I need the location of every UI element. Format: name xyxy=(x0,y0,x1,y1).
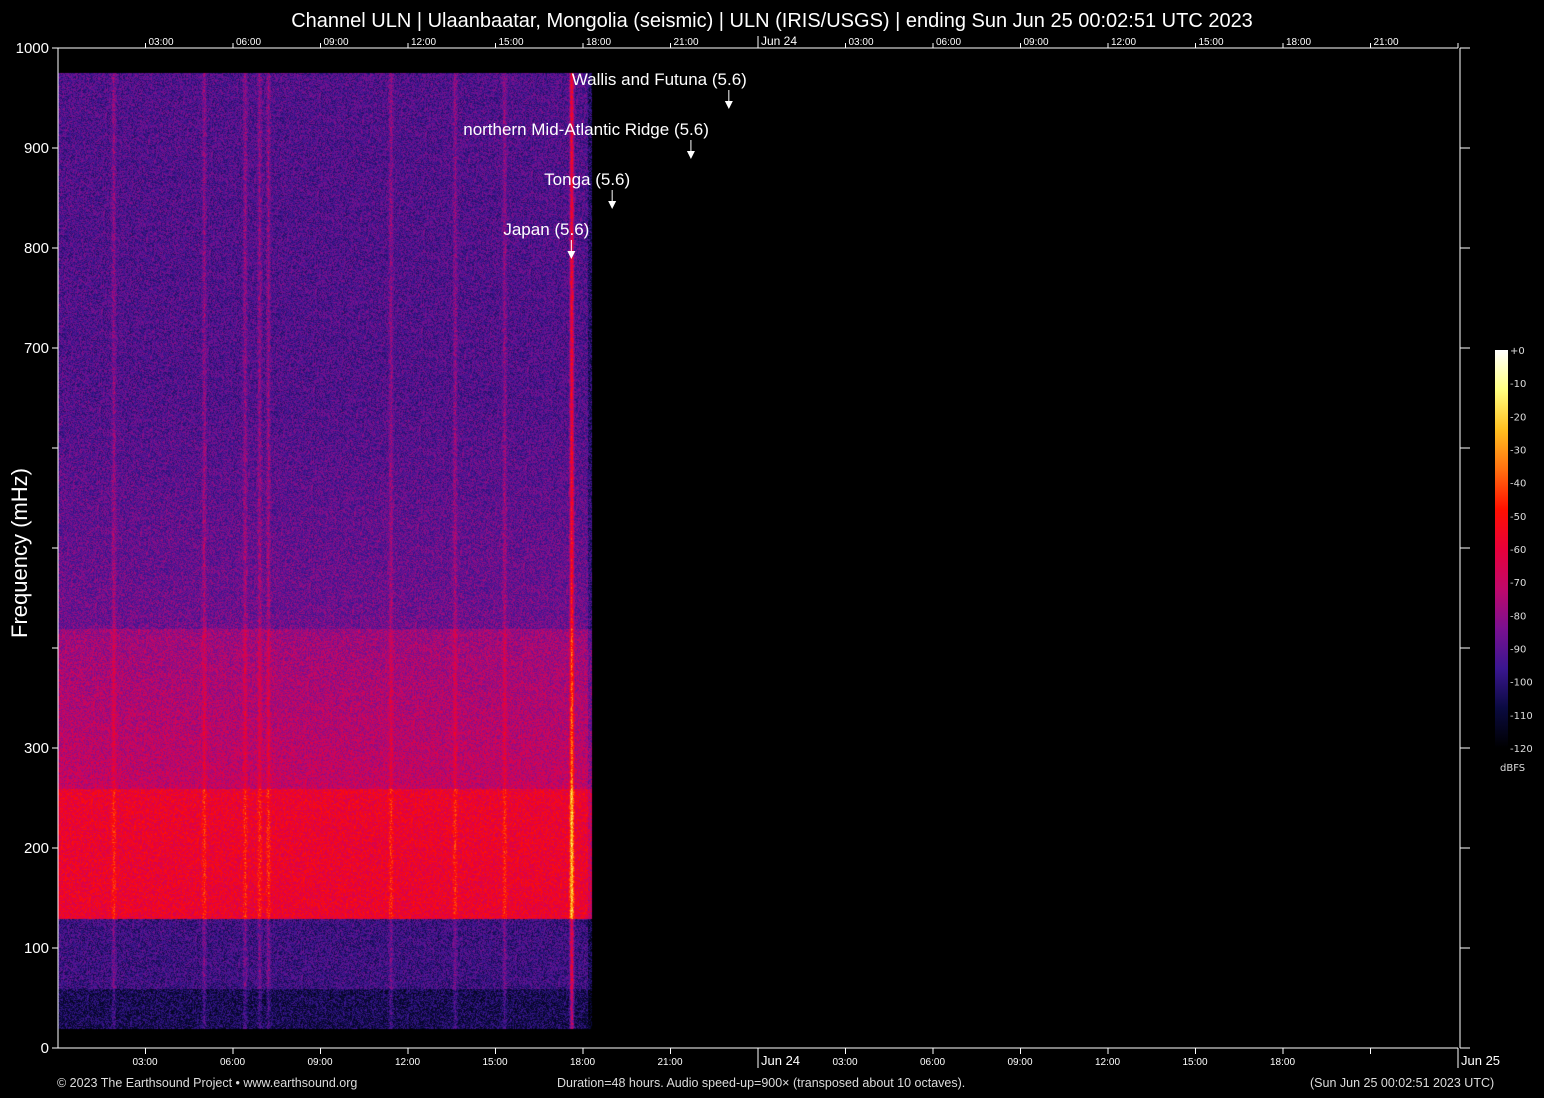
colorbar-tick-label: -100 xyxy=(1510,678,1533,689)
x-tick-label-top: 06:00 xyxy=(236,37,261,48)
x-tick-label-bottom: Jun 24 xyxy=(761,1053,800,1068)
y-tick-label: 900 xyxy=(24,140,49,157)
end-time-text: (Sun Jun 25 00:02:51 2023 UTC) xyxy=(1310,1076,1495,1090)
x-tick-label-bottom: Jun 25 xyxy=(1461,1053,1500,1068)
x-tick-label-bottom: 09:00 xyxy=(1008,1057,1033,1068)
colorbar-tick-label: +0 xyxy=(1510,346,1525,357)
event-arrow-head xyxy=(686,151,695,159)
x-tick-label-bottom: 12:00 xyxy=(395,1057,420,1068)
x-tick-label-top: Jun 24 xyxy=(761,34,797,48)
x-tick-label-top: 09:00 xyxy=(1024,37,1049,48)
x-tick-label-bottom: 06:00 xyxy=(920,1057,945,1068)
y-tick-label: 300 xyxy=(24,740,49,757)
x-tick-label-bottom: 15:00 xyxy=(483,1057,508,1068)
x-tick-label-top: 15:00 xyxy=(1199,37,1224,48)
x-tick-label-bottom: 18:00 xyxy=(570,1057,595,1068)
x-tick-label-top: 15:00 xyxy=(499,37,524,48)
event-label: northern Mid-Atlantic Ridge (5.6) xyxy=(463,120,709,139)
colorbar-tick-label: -20 xyxy=(1510,412,1526,423)
x-tick-label-top: 12:00 xyxy=(1111,37,1136,48)
colorbar-tick-label: -30 xyxy=(1510,446,1526,457)
colorbar-tick-label: -60 xyxy=(1510,545,1526,556)
event-arrow-head xyxy=(724,101,733,109)
event-label: Wallis and Futuna (5.6) xyxy=(572,70,747,89)
event-label: Tonga (5.6) xyxy=(544,170,630,189)
colorbar xyxy=(1495,350,1508,748)
x-tick-label-top: 03:00 xyxy=(149,37,174,48)
x-tick-label-top: 18:00 xyxy=(1286,37,1311,48)
colorbar-label: dBFS xyxy=(1500,763,1525,774)
y-tick-label: 0 xyxy=(41,1040,49,1057)
duration-info: Duration=48 hours. Audio speed-up=900× (… xyxy=(557,1076,966,1090)
colorbar-tick-label: -90 xyxy=(1510,645,1526,656)
copyright-text: © 2023 The Earthsound Project • www.eart… xyxy=(57,1076,358,1090)
x-tick-label-top: 18:00 xyxy=(586,37,611,48)
event-arrow-head xyxy=(567,251,576,259)
x-tick-label-top: 21:00 xyxy=(1374,37,1399,48)
x-tick-label-top: 12:00 xyxy=(411,37,436,48)
colorbar-tick-label: -40 xyxy=(1510,479,1526,490)
x-tick-label-bottom: 03:00 xyxy=(833,1057,858,1068)
x-tick-label-top: 09:00 xyxy=(324,37,349,48)
x-tick-label-bottom: 09:00 xyxy=(308,1057,333,1068)
x-tick-label-bottom: 15:00 xyxy=(1183,1057,1208,1068)
colorbar-tick-label: -10 xyxy=(1510,379,1526,390)
x-tick-label-bottom: 12:00 xyxy=(1095,1057,1120,1068)
x-tick-label-bottom: 21:00 xyxy=(658,1057,683,1068)
colorbar-tick-label: -80 xyxy=(1510,611,1526,622)
colorbar-tick-label: -50 xyxy=(1510,512,1526,523)
y-tick-label: 700 xyxy=(24,340,49,357)
event-label: Japan (5.6) xyxy=(503,220,589,239)
colorbar-tick-label: -110 xyxy=(1510,711,1533,722)
y-axis-label: Frequency (mHz) xyxy=(7,468,32,638)
x-tick-label-bottom: 03:00 xyxy=(133,1057,158,1068)
chart-axes: 0 100 200 300 700 800 900 1000 03:00 06:00 09:00 12… xyxy=(16,34,1533,1068)
x-tick-label-top: 21:00 xyxy=(674,37,699,48)
y-tick-label: 100 xyxy=(24,940,49,957)
colorbar-tick-label: -120 xyxy=(1510,744,1533,755)
x-tick-label-top: 03:00 xyxy=(849,37,874,48)
colorbar-tick-label: -70 xyxy=(1510,578,1526,589)
x-tick-label-bottom: 18:00 xyxy=(1270,1057,1295,1068)
x-tick-label-top: 06:00 xyxy=(936,37,961,48)
y-tick-label: 1000 xyxy=(16,40,49,57)
x-tick-label-bottom: 06:00 xyxy=(220,1057,245,1068)
y-tick-label: 200 xyxy=(24,840,49,857)
event-arrow-head xyxy=(608,201,617,209)
y-tick-label: 800 xyxy=(24,240,49,257)
